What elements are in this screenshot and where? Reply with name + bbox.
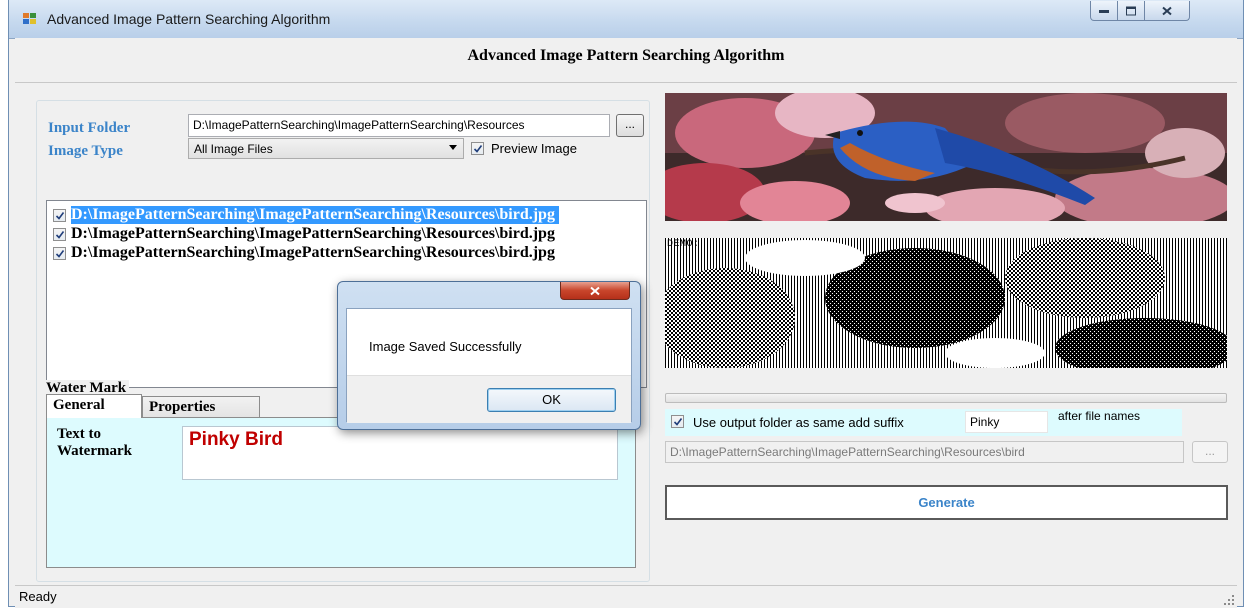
tab-general[interactable]: General bbox=[46, 394, 142, 418]
maximize-icon bbox=[1126, 6, 1136, 15]
file-checkbox[interactable] bbox=[53, 228, 66, 241]
status-bar: Ready bbox=[15, 585, 1237, 608]
checkmark-icon bbox=[673, 418, 683, 426]
progress-bar bbox=[665, 393, 1227, 403]
suffix-input[interactable]: Pinky bbox=[965, 411, 1048, 433]
app-icon bbox=[23, 13, 37, 25]
list-item[interactable]: D:\ImagePatternSearching\ImagePatternSea… bbox=[47, 206, 646, 224]
dialog-body: Image Saved Successfully OK bbox=[346, 308, 632, 423]
watermark-text-input[interactable]: Pinky Bird bbox=[182, 426, 618, 480]
input-folder-browse-button[interactable]: ... bbox=[616, 114, 644, 137]
generate-button[interactable]: Generate bbox=[665, 485, 1228, 520]
output-folder-browse-button[interactable]: ... bbox=[1192, 441, 1228, 463]
close-icon bbox=[590, 286, 600, 295]
same-folder-label: Use output folder as same add suffix bbox=[693, 415, 904, 430]
demo-watermark-text: DEMO: bbox=[667, 239, 700, 250]
checkmark-icon bbox=[55, 212, 65, 220]
dialog-footer: OK bbox=[347, 375, 631, 423]
same-folder-checkbox[interactable] bbox=[671, 415, 684, 428]
dithered-image bbox=[665, 238, 1227, 368]
resize-grip-icon[interactable] bbox=[1224, 595, 1234, 605]
watermark-text-label-text: Text to Watermark bbox=[57, 426, 132, 459]
file-path: D:\ImagePatternSearching\ImagePatternSea… bbox=[71, 244, 555, 261]
file-checkbox[interactable] bbox=[53, 247, 66, 260]
window-title: Advanced Image Pattern Searching Algorit… bbox=[47, 11, 331, 27]
watermark-text-label: Text to Watermark bbox=[57, 426, 145, 460]
header-divider bbox=[15, 82, 1237, 83]
file-path: D:\ImagePatternSearching\ImagePatternSea… bbox=[71, 206, 559, 224]
maximize-button[interactable] bbox=[1117, 1, 1145, 21]
output-folder-field[interactable]: D:\ImagePatternSearching\ImagePatternSea… bbox=[665, 441, 1184, 463]
bird-preview-image bbox=[665, 93, 1227, 221]
ok-button[interactable]: OK bbox=[487, 388, 616, 412]
close-button[interactable] bbox=[1144, 1, 1190, 21]
chevron-down-icon bbox=[449, 145, 457, 150]
input-folder-label: Input Folder bbox=[48, 120, 131, 136]
dialog-close-button[interactable] bbox=[560, 282, 630, 300]
dialog-message: Image Saved Successfully bbox=[369, 339, 522, 354]
preview-image-checkbox[interactable] bbox=[471, 142, 484, 155]
checkmark-icon bbox=[473, 145, 483, 153]
form-header: Advanced Image Pattern Searching Algorit… bbox=[467, 47, 785, 64]
message-dialog: Image Saved Successfully OK bbox=[337, 281, 641, 430]
checkmark-icon bbox=[55, 231, 65, 239]
preview-image-label: Preview Image bbox=[491, 141, 577, 156]
status-text: Ready bbox=[19, 589, 57, 604]
title-bar[interactable]: Advanced Image Pattern Searching Algorit… bbox=[9, 0, 1243, 39]
image-type-label: Image Type bbox=[48, 143, 123, 159]
general-tab-page: Text to Watermark Pinky Bird bbox=[46, 417, 636, 568]
close-icon bbox=[1162, 6, 1172, 15]
minimize-icon bbox=[1099, 9, 1109, 13]
image-type-dropdown[interactable]: All Image Files bbox=[188, 138, 464, 159]
tab-properties[interactable]: Properties bbox=[142, 396, 260, 418]
file-path: D:\ImagePatternSearching\ImagePatternSea… bbox=[71, 225, 555, 242]
image-type-selected: All Image Files bbox=[194, 142, 273, 156]
list-item[interactable]: D:\ImagePatternSearching\ImagePatternSea… bbox=[47, 244, 646, 262]
list-item[interactable]: D:\ImagePatternSearching\ImagePatternSea… bbox=[47, 225, 646, 243]
file-checkbox[interactable] bbox=[53, 209, 66, 222]
watermarked-preview-image: DEMO: bbox=[665, 238, 1227, 368]
input-folder-field[interactable]: D:\ImagePatternSearching\ImagePatternSea… bbox=[188, 114, 610, 137]
checkmark-icon bbox=[55, 250, 65, 258]
minimize-button[interactable] bbox=[1090, 1, 1118, 21]
after-file-names-label: after file names bbox=[1058, 409, 1141, 423]
